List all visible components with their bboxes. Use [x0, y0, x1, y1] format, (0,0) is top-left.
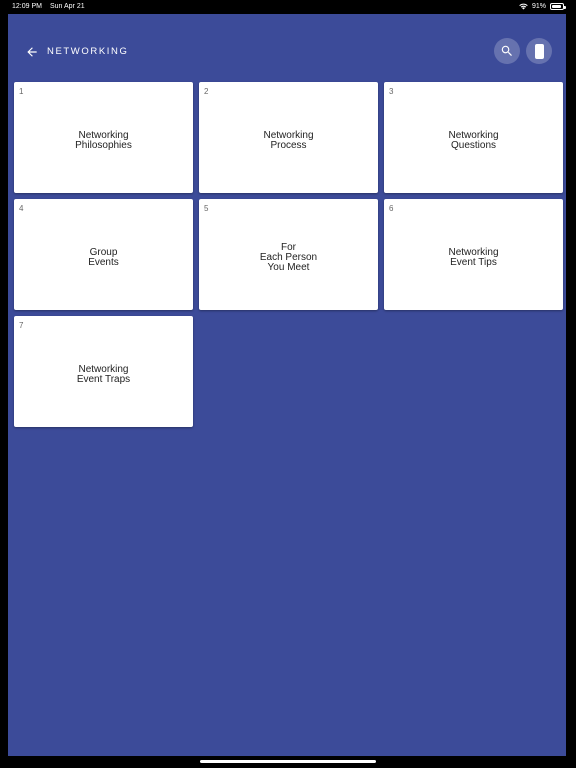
battery-percent: 91% [531, 2, 546, 10]
card-number: 1 [19, 87, 24, 96]
arrow-left-icon [27, 47, 37, 57]
card-2[interactable]: 2 Networking Process [199, 82, 378, 193]
home-indicator[interactable] [200, 760, 376, 763]
card-label: Networking Event Traps [76, 363, 131, 385]
toolbar: NETWORKING [8, 38, 566, 66]
card-7[interactable]: 7 Networking Event Traps [14, 316, 193, 427]
status-date: Sun Apr 21 [49, 2, 85, 10]
card-label: Networking Event Tips [448, 246, 499, 268]
card-number: 6 [389, 204, 394, 213]
card-4[interactable]: 4 Group Events [14, 199, 193, 310]
card-label: Networking Philosophies [75, 129, 132, 151]
device-button[interactable] [526, 38, 552, 64]
card-label: Group Events [88, 246, 119, 268]
back-button[interactable] [22, 42, 42, 62]
card-number: 3 [389, 87, 394, 96]
phone-icon [534, 43, 544, 59]
wifi-icon [519, 3, 528, 9]
status-bar: 12:09 PM Sun Apr 21 91% [0, 0, 576, 12]
card-3[interactable]: 3 Networking Questions [384, 82, 563, 193]
card-number: 2 [204, 87, 209, 96]
search-button[interactable] [494, 38, 520, 64]
card-grid: 1 Networking Philosophies 2 Networking P… [14, 82, 563, 427]
battery-icon [550, 2, 566, 10]
card-number: 5 [204, 204, 209, 213]
status-right: 91% [519, 2, 566, 10]
card-label: For Each Person You Meet [259, 241, 318, 273]
card-label: Networking Questions [448, 129, 499, 151]
card-6[interactable]: 6 Networking Event Tips [384, 199, 563, 310]
card-label: Networking Process [263, 129, 314, 151]
card-1[interactable]: 1 Networking Philosophies [14, 82, 193, 193]
card-number: 7 [19, 321, 24, 330]
search-icon [501, 45, 512, 56]
card-5[interactable]: 5 For Each Person You Meet [199, 199, 378, 310]
card-number: 4 [19, 204, 24, 213]
app-screen: NETWORKING 1 Networking Philosophies 2 N… [8, 14, 566, 756]
status-time: 12:09 PM [12, 2, 42, 10]
page-title: NETWORKING [47, 46, 129, 57]
